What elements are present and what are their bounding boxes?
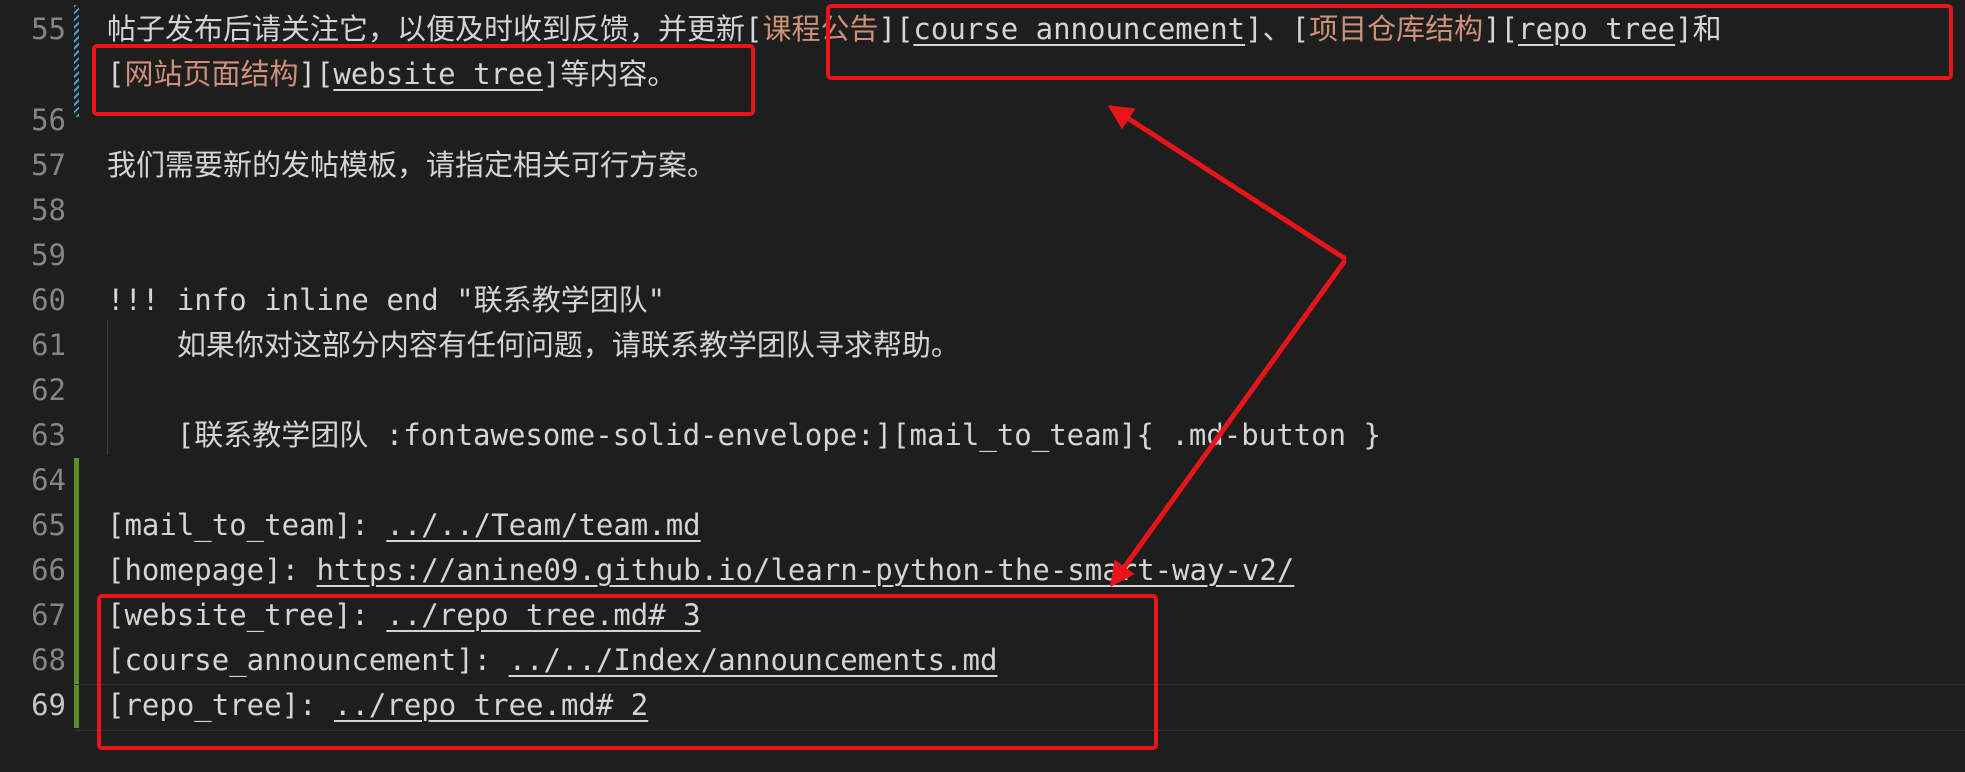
line-number: 60 (31, 283, 66, 317)
code-line[interactable]: 59 (0, 233, 1965, 278)
line-content: 我们需要新的发帖模板，请指定相关可行方案。 (107, 143, 716, 188)
code-editor[interactable]: 55 帖子发布后请关注它，以便及时收到反馈，并更新[课程公告][course_an… (0, 0, 1965, 772)
annotation-box-top-right (826, 4, 1953, 80)
code-text: !!! info inline end "联系教学团队" (107, 283, 666, 317)
line-content: 如果你对这部分内容有任何问题，请联系教学团队寻求帮助。 (107, 323, 960, 368)
code-line[interactable]: 64 (0, 458, 1965, 503)
line-number: 55 (31, 12, 66, 46)
code-text: [联系教学团队 :fontawesome-solid-envelope:][ma… (107, 418, 1381, 452)
line-number: 57 (31, 148, 66, 182)
line-number: 67 (31, 598, 66, 632)
code-text: 如果你对这部分内容有任何问题，请联系教学团队寻求帮助。 (107, 328, 960, 362)
line-number: 63 (31, 418, 66, 452)
code-text: 帖子发布后请关注它，以便及时收到反馈，并更新[ (107, 12, 763, 46)
line-content: [联系教学团队 :fontawesome-solid-envelope:][ma… (107, 413, 1381, 458)
line-number: 68 (31, 643, 66, 677)
line-number: 69 (31, 688, 66, 722)
annotation-box-link-definitions (97, 594, 1158, 750)
line-content: [mail_to_team]: ../../Team/team.md (107, 503, 701, 548)
code-line[interactable]: 61 如果你对这部分内容有任何问题，请联系教学团队寻求帮助。 (0, 323, 1965, 368)
line-number: 62 (31, 373, 66, 407)
code-text: [homepage]: (107, 553, 317, 587)
code-line[interactable]: 65 [mail_to_team]: ../../Team/team.md (0, 503, 1965, 548)
line-number: 56 (31, 103, 66, 137)
line-number: 65 (31, 508, 66, 542)
line-number: 64 (31, 463, 66, 497)
line-content: !!! info inline end "联系教学团队" (107, 278, 665, 323)
code-text: 我们需要新的发帖模板，请指定相关可行方案。 (107, 148, 717, 182)
code-text: [mail_to_team]: (107, 508, 387, 542)
code-line[interactable]: 57 我们需要新的发帖模板，请指定相关可行方案。 (0, 143, 1965, 188)
link-reference[interactable]: ../../Team/team.md (386, 508, 700, 542)
code-line[interactable]: 66 [homepage]: https://anine09.github.io/… (0, 548, 1965, 593)
annotation-box-top-left (92, 44, 755, 116)
line-content: [homepage]: https://anine09.github.io/le… (107, 548, 1294, 593)
code-line[interactable]: 60 !!! info inline end "联系教学团队" (0, 278, 1965, 323)
code-line[interactable]: 63 [联系教学团队 :fontawesome-solid-envelope:]… (0, 413, 1965, 458)
code-line[interactable]: 58 (0, 188, 1965, 233)
line-number: 58 (31, 193, 66, 227)
line-number: 61 (31, 328, 66, 362)
line-number: 59 (31, 238, 66, 272)
link-reference[interactable]: https://anine09.github.io/learn-python-t… (317, 553, 1295, 587)
code-line[interactable]: 62 (0, 368, 1965, 413)
line-number: 66 (31, 553, 66, 587)
